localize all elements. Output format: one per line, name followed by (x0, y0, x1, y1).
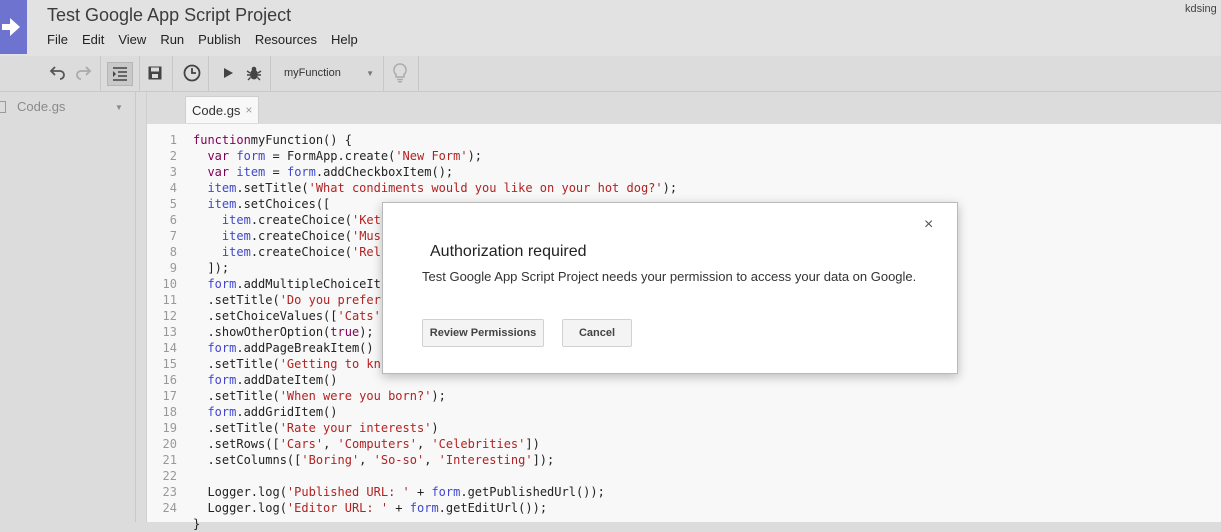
cancel-button[interactable]: Cancel (562, 319, 632, 347)
authorization-dialog: × Authorization required Test Google App… (382, 202, 958, 374)
dialog-message: Test Google App Script Project needs you… (422, 269, 917, 284)
close-icon[interactable]: × (924, 216, 933, 234)
modal-overlay: × Authorization required Test Google App… (0, 0, 1221, 522)
dialog-title: Authorization required (430, 243, 587, 260)
review-permissions-button[interactable]: Review Permissions (422, 319, 544, 347)
